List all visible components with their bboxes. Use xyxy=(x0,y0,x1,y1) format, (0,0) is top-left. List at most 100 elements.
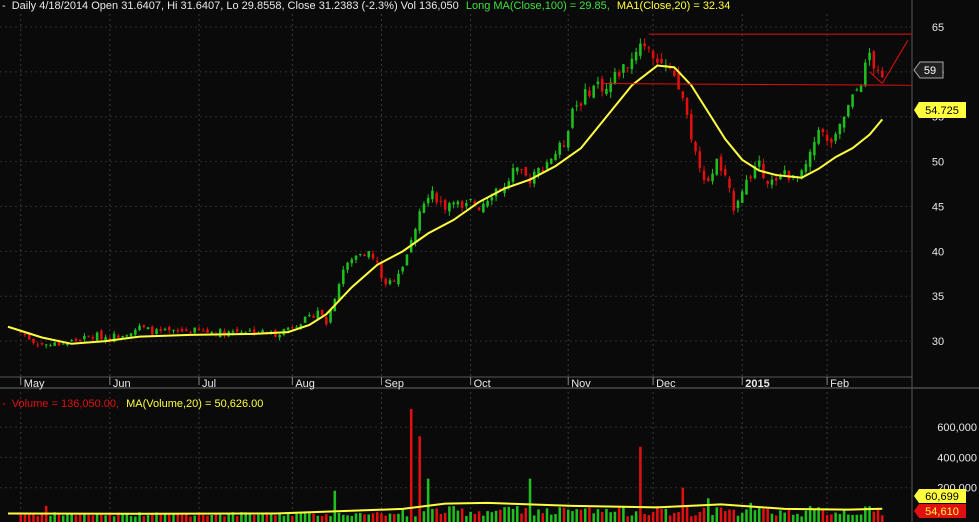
candle-body xyxy=(129,333,133,337)
volume-bar xyxy=(358,513,362,522)
candle-body xyxy=(405,254,409,266)
y-tick-label: 40 xyxy=(932,246,944,258)
volume-bar xyxy=(189,516,192,522)
candle-body xyxy=(384,278,388,285)
volume-bar xyxy=(711,515,714,522)
candle-body xyxy=(808,151,812,167)
candle-body xyxy=(838,123,842,135)
candle-body xyxy=(184,329,188,332)
candle-body xyxy=(685,98,689,115)
candle-body xyxy=(422,203,426,213)
volume-bar xyxy=(27,514,31,522)
volume-bar xyxy=(74,515,78,522)
volume-bar xyxy=(295,513,298,522)
volume-bar xyxy=(180,514,184,522)
candle-body xyxy=(566,130,570,148)
candle-body xyxy=(235,329,239,332)
candle-body xyxy=(673,70,676,76)
volume-bar xyxy=(40,513,44,522)
candle-body xyxy=(460,201,464,208)
volume-bar xyxy=(668,515,672,522)
candle-body xyxy=(592,85,595,98)
volume-bar xyxy=(329,516,332,522)
volume-header: - Volume = 136,050.00, MA(Volume,20) = 5… xyxy=(2,398,263,410)
volume-bar xyxy=(791,514,795,522)
volume-ma-label: MA(Volume,20) = 50,626.00 xyxy=(126,398,263,410)
volume-bar xyxy=(66,513,69,522)
candle-body xyxy=(507,181,511,186)
candle-body xyxy=(630,58,634,70)
candle-body xyxy=(651,50,655,59)
volume-bar xyxy=(634,511,638,522)
candle-body xyxy=(125,335,129,337)
volume-bar xyxy=(779,510,782,522)
volume-bar xyxy=(452,506,455,522)
volume-bar xyxy=(61,515,65,522)
candle-body xyxy=(100,330,103,340)
candle-body xyxy=(342,269,345,285)
volume-bar xyxy=(218,514,222,522)
candle-body xyxy=(834,134,837,141)
volume-bar xyxy=(431,509,434,522)
candle-body xyxy=(121,335,124,338)
volume-bar xyxy=(609,512,612,522)
candle-body xyxy=(549,158,553,164)
volume-bar xyxy=(736,515,740,522)
volume-bar xyxy=(465,516,468,522)
volume-bar xyxy=(19,514,23,522)
candle-body xyxy=(83,335,86,340)
candle-body xyxy=(702,170,706,180)
price-last-badge: 59 xyxy=(913,61,944,79)
candle-body xyxy=(138,325,141,331)
candle-body xyxy=(579,103,583,106)
volume-bar xyxy=(23,514,27,522)
volume-bar xyxy=(600,512,604,522)
y-tick-label: 65 xyxy=(932,22,944,34)
volume-bar xyxy=(630,515,634,522)
x-tick-label: May xyxy=(24,378,45,390)
candle-body xyxy=(53,342,56,346)
candle-body xyxy=(864,62,867,86)
candle-body xyxy=(248,330,252,332)
candle-body xyxy=(44,344,48,346)
volume-bar xyxy=(291,516,294,522)
candle-body xyxy=(634,51,638,61)
x-tick-label: Nov xyxy=(571,378,591,390)
candle-body xyxy=(392,280,396,282)
volume-bar xyxy=(855,514,859,522)
candle-body xyxy=(694,142,697,152)
candle-body xyxy=(613,72,617,84)
price-ma-value: 54.725 xyxy=(925,105,959,117)
candle-body xyxy=(325,316,328,325)
candle-body xyxy=(605,88,608,94)
volume-bar xyxy=(426,478,430,522)
x-tick-label: Jun xyxy=(113,378,131,390)
volume-bar xyxy=(91,515,95,522)
volume-bar xyxy=(142,516,146,522)
volume-bar xyxy=(286,513,290,522)
volume-bar xyxy=(469,511,472,522)
volume-bar xyxy=(316,515,320,522)
volume-bar xyxy=(859,514,863,522)
candle-body xyxy=(516,167,519,172)
candle-body xyxy=(87,335,90,337)
candle-body xyxy=(465,203,468,207)
candle-body xyxy=(588,90,591,96)
candle-body xyxy=(783,170,786,175)
volume-bar xyxy=(303,512,307,522)
volume-bar xyxy=(592,513,595,522)
volume-bar xyxy=(766,508,769,522)
volume-bar xyxy=(579,509,583,522)
volume-bar xyxy=(800,516,803,522)
x-tick-label: Aug xyxy=(295,378,315,390)
volume-bar xyxy=(740,512,744,522)
volume-bar xyxy=(168,513,171,522)
volume-bar xyxy=(694,515,697,522)
volume-bar xyxy=(872,511,876,522)
volume-bar xyxy=(528,478,532,522)
candle-body xyxy=(486,200,489,207)
candle-body xyxy=(414,229,417,242)
candle-body xyxy=(656,58,659,63)
volume-bar xyxy=(282,515,286,522)
candle-body xyxy=(626,67,629,69)
